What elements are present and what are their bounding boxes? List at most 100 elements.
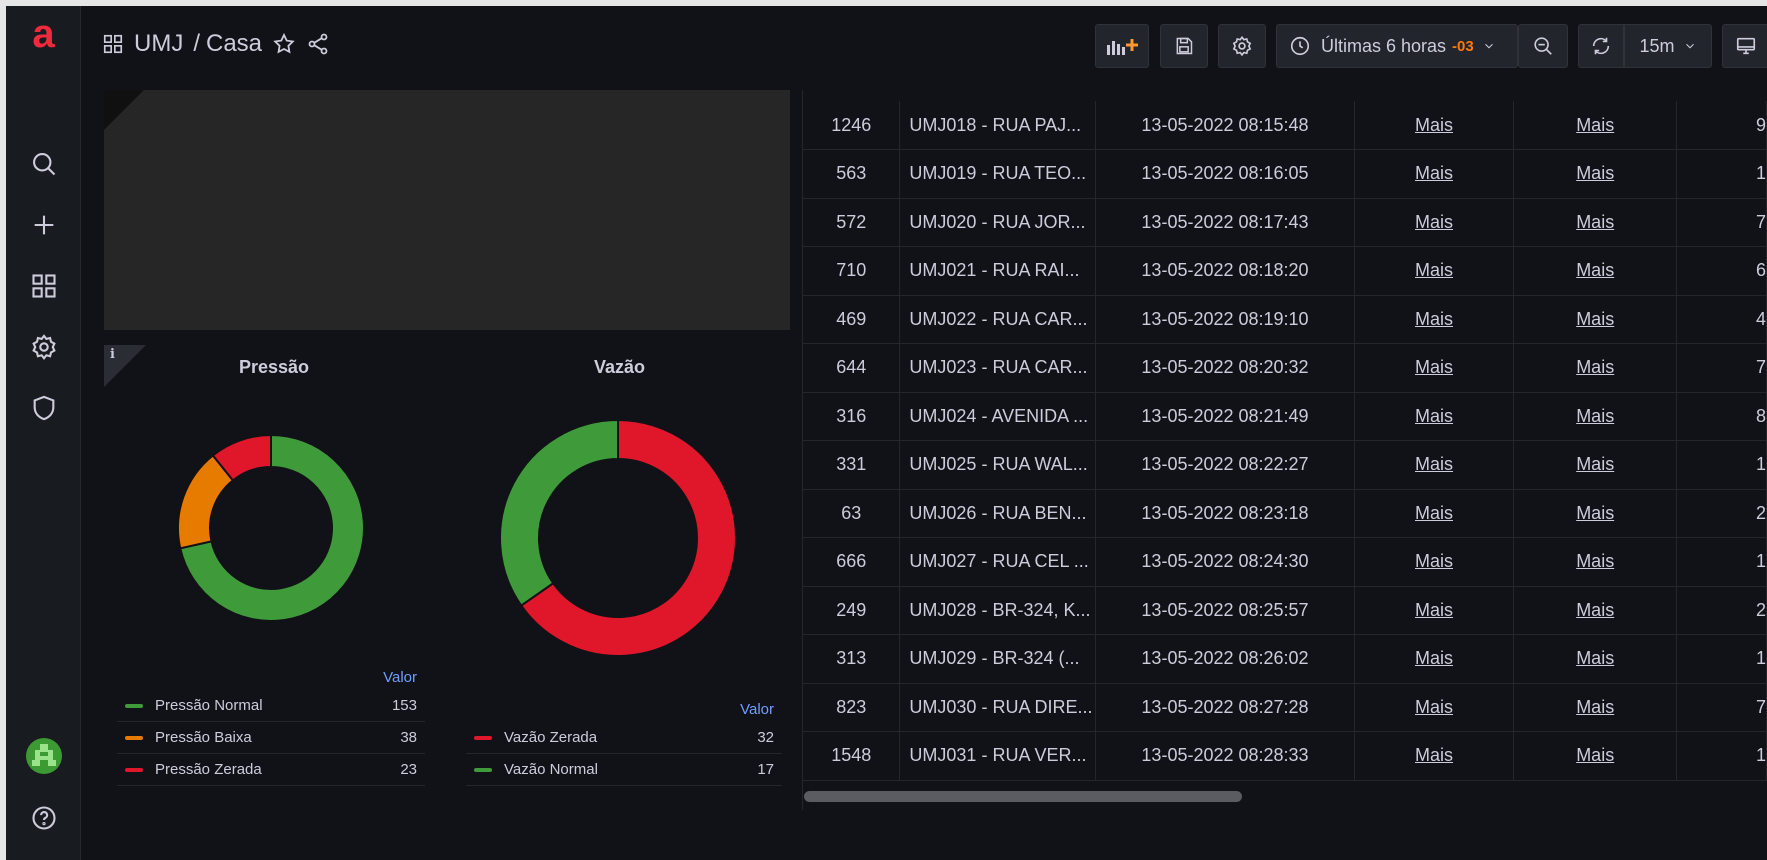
- table-row: 572 UMJ020 - RUA JOR... 13-05-2022 08:17:4…: [803, 198, 1767, 247]
- mais-link[interactable]: Mais: [1415, 454, 1453, 474]
- cell-link: Mais: [1513, 198, 1678, 247]
- mais-link[interactable]: Mais: [1576, 115, 1614, 135]
- breadcrumb-folder[interactable]: UMJ: [134, 30, 183, 58]
- refresh-button[interactable]: [1578, 24, 1624, 68]
- cell-timestamp: 13-05-2022 08:18:20: [1095, 246, 1355, 296]
- mais-link[interactable]: Mais: [1415, 600, 1453, 620]
- legend-value-header[interactable]: Valor: [117, 665, 425, 690]
- cell-id: 1246: [803, 101, 901, 150]
- legend-item[interactable]: Vazão Normal 17: [466, 754, 782, 786]
- cell-id: 1548: [803, 731, 901, 781]
- legend-item[interactable]: Pressão Baixa 38: [117, 722, 425, 754]
- mais-link[interactable]: Mais: [1576, 406, 1614, 426]
- share-icon[interactable]: [306, 32, 330, 56]
- settings-button[interactable]: [1218, 24, 1266, 68]
- mais-link[interactable]: Mais: [1576, 309, 1614, 329]
- legend-value-header[interactable]: Valor: [466, 697, 782, 722]
- cell-link: Mais: [1354, 731, 1515, 781]
- mais-link[interactable]: Mais: [1576, 697, 1614, 717]
- info-icon[interactable]: i: [110, 347, 115, 362]
- plus-icon[interactable]: [28, 209, 60, 241]
- legend-item[interactable]: Pressão Zerada 23: [117, 754, 425, 786]
- vazao-slice-1[interactable]: [499, 418, 619, 607]
- vazao-donut-chart[interactable]: [493, 413, 743, 663]
- legend-swatch: [474, 767, 492, 772]
- map-panel[interactable]: [104, 90, 790, 330]
- refresh-interval-picker[interactable]: 15m: [1624, 24, 1712, 68]
- cell-id: 644: [803, 343, 901, 393]
- star-icon[interactable]: [272, 32, 296, 56]
- pressao-donut-chart[interactable]: [156, 413, 386, 643]
- mais-link[interactable]: Mais: [1415, 648, 1453, 668]
- mais-link[interactable]: Mais: [1576, 745, 1614, 765]
- zoom-out-button[interactable]: [1518, 24, 1568, 68]
- mais-link[interactable]: Mais: [1576, 551, 1614, 571]
- table-row: 63 UMJ026 - RUA BEN... 13-05-2022 08:23:18…: [803, 489, 1767, 538]
- tv-mode-button[interactable]: [1722, 24, 1767, 68]
- cell-station-name: UMJ023 - RUA CAR...: [899, 343, 1097, 393]
- cell-truncated: 1: [1676, 149, 1767, 199]
- mais-link[interactable]: Mais: [1415, 357, 1453, 377]
- cell-id: 63: [803, 489, 901, 538]
- mais-link[interactable]: Mais: [1415, 309, 1453, 329]
- horizontal-scrollbar[interactable]: [804, 791, 1242, 802]
- mais-link[interactable]: Mais: [1576, 260, 1614, 280]
- cell-truncated: 1: [1676, 634, 1767, 684]
- table-row: 823 UMJ030 - RUA DIRE... 13-05-2022 08:27:…: [803, 683, 1767, 732]
- table-row: 316 UMJ024 - AVENIDA ... 13-05-2022 08:21:…: [803, 392, 1767, 441]
- add-panel-button[interactable]: [1095, 24, 1149, 68]
- mais-link[interactable]: Mais: [1576, 357, 1614, 377]
- stations-table: 1246 UMJ018 - RUA PAJ... 13-05-2022 08:15:…: [803, 101, 1767, 781]
- mais-link[interactable]: Mais: [1576, 454, 1614, 474]
- cell-id: 572: [803, 198, 901, 247]
- mais-link[interactable]: Mais: [1576, 503, 1614, 523]
- gear-icon: [1232, 35, 1252, 57]
- cell-station-name: UMJ026 - RUA BEN...: [899, 489, 1097, 538]
- cell-timestamp: 13-05-2022 08:15:48: [1095, 101, 1355, 150]
- table-row: 710 UMJ021 - RUA RAI... 13-05-2022 08:18:2…: [803, 246, 1767, 296]
- dashboards-icon[interactable]: [28, 270, 60, 302]
- mais-link[interactable]: Mais: [1576, 600, 1614, 620]
- cell-link: Mais: [1354, 295, 1515, 344]
- table-row: 666 UMJ027 - RUA CEL ... 13-05-2022 08:24:…: [803, 537, 1767, 587]
- mais-link[interactable]: Mais: [1415, 503, 1453, 523]
- legend-swatch: [125, 703, 143, 708]
- cell-link: Mais: [1513, 683, 1678, 732]
- mais-link[interactable]: Mais: [1415, 406, 1453, 426]
- breadcrumb-separator: /: [193, 30, 200, 57]
- vazao-legend: Valor Vazão Zerada 32 Vazão Normal 17: [466, 697, 782, 786]
- pie-charts-panel: i Pressão Vazão Valor Pressão Normal 153 P…: [104, 345, 790, 805]
- zoom-out-icon: [1534, 37, 1552, 55]
- help-icon[interactable]: [28, 802, 60, 834]
- mais-link[interactable]: Mais: [1576, 163, 1614, 183]
- time-range-picker[interactable]: Últimas 6 horas -03: [1276, 24, 1518, 68]
- mais-link[interactable]: Mais: [1415, 212, 1453, 232]
- search-icon[interactable]: [28, 148, 60, 180]
- monitor-icon: [1736, 37, 1756, 55]
- shield-icon[interactable]: [28, 392, 60, 424]
- mais-link[interactable]: Mais: [1415, 551, 1453, 571]
- mais-link[interactable]: Mais: [1415, 260, 1453, 280]
- app-logo[interactable]: a: [6, 14, 81, 54]
- mais-link[interactable]: Mais: [1576, 648, 1614, 668]
- legend-item[interactable]: Vazão Zerada 32: [466, 722, 782, 754]
- cell-link: Mais: [1513, 246, 1678, 296]
- mais-link[interactable]: Mais: [1415, 697, 1453, 717]
- avatar[interactable]: [26, 738, 62, 774]
- cell-timestamp: 13-05-2022 08:24:30: [1095, 537, 1355, 587]
- save-button[interactable]: [1160, 24, 1208, 68]
- page-title[interactable]: Casa: [206, 30, 262, 58]
- mais-link[interactable]: Mais: [1415, 745, 1453, 765]
- vazao-title: Vazão: [594, 357, 646, 377]
- cell-link: Mais: [1354, 149, 1515, 199]
- table-row: 313 UMJ029 - BR-324 (... 13-05-2022 08:26:…: [803, 634, 1767, 684]
- mais-link[interactable]: Mais: [1576, 212, 1614, 232]
- cell-truncated: 7: [1676, 683, 1767, 732]
- mais-link[interactable]: Mais: [1415, 115, 1453, 135]
- gear-icon[interactable]: [28, 331, 60, 363]
- legend-item[interactable]: Pressão Normal 153: [117, 690, 425, 722]
- cell-truncated: 6: [1676, 246, 1767, 296]
- legend-value: 23: [400, 761, 417, 778]
- mais-link[interactable]: Mais: [1415, 163, 1453, 183]
- cell-truncated: 7: [1676, 198, 1767, 247]
